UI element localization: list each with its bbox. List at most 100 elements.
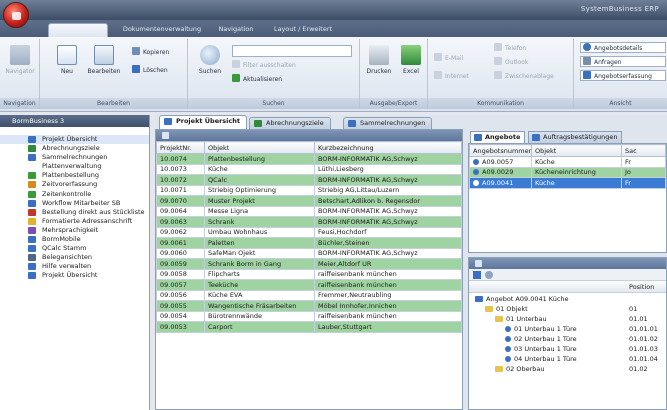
column-header-sachbearbeiter[interactable]: Sac (621, 144, 666, 157)
ribbon-tab-layout[interactable]: Layout / Erweitert (264, 23, 342, 37)
phone-button[interactable]: Telefon (494, 43, 526, 54)
invoice-icon (348, 120, 356, 127)
table-row[interactable]: 10.0073 Küche Lüthi,Liesberg (156, 163, 462, 175)
project-grid-pane: ProjektNr. Objekt Kurzbezeichnung 10.007… (155, 129, 463, 410)
tree-node-label: 01 Objekt (485, 305, 528, 315)
table-row[interactable]: 09.0062 Umbau Wohnhaus Feusi,Hochdorf (156, 226, 462, 238)
sidebar-item[interactable]: Plattenbestellung (0, 171, 149, 180)
outlook-button[interactable]: Outlook (494, 57, 528, 68)
tree-node-label: 01 Unterbau 1 Türe (505, 325, 577, 335)
group-label-navigation: Navigation (0, 98, 39, 109)
tree-settings-icon[interactable] (485, 271, 493, 279)
view-angebotsdetails[interactable]: Angebotsdetails (580, 42, 666, 53)
sidebar-item-label: Formatierte Adressanschrift (42, 216, 133, 225)
sidebar-item[interactable]: Mehrsprachigkeit (0, 226, 149, 235)
table-row[interactable]: A09.0057 Küche Fr (469, 156, 666, 168)
view-angebotserfassung[interactable]: Angebotserfassung (580, 70, 666, 81)
table-row[interactable]: 09.0056 Küche EVA Fremmer,Neutraubling (156, 289, 462, 301)
print-button[interactable]: Drucken (364, 45, 394, 75)
table-row[interactable]: 09.0064 Messe Ligna BORM-INFORMATIK AG,Sch… (156, 205, 462, 217)
column-header-projektnr[interactable]: ProjektNr. (156, 141, 205, 154)
group-label-kommunikation: Kommunikation (428, 98, 573, 109)
tree-node[interactable]: 02 Oberbau 01.02 (469, 365, 667, 375)
column-header-objekt[interactable]: Objekt (531, 144, 622, 157)
group-navigation: Navigator Navigation (0, 39, 40, 109)
sidebar-item[interactable]: Zeitvorerfassung (0, 180, 149, 189)
table-row[interactable]: 09.0058 Flipcharts raiffeisenbank münchen (156, 268, 462, 280)
tree-node[interactable]: 01 Objekt 01 (469, 305, 667, 315)
tree-node[interactable]: 03 Unterbau 1 Türe 01.01.03 (469, 345, 667, 355)
sidebar-item[interactable]: Formatierte Adressanschrift (0, 217, 149, 226)
sidebar-item[interactable]: Plattenverwaltung (0, 162, 149, 171)
ribbon-tab-start[interactable] (48, 23, 108, 37)
column-header-position[interactable]: Position (629, 283, 654, 291)
tab-projekt-uebersicht[interactable]: Projekt Übersicht (159, 115, 247, 129)
search-input[interactable] (232, 45, 352, 57)
check-icon (28, 172, 36, 180)
application-menu-button[interactable] (3, 2, 29, 28)
navigator-button[interactable]: Navigator (4, 45, 36, 75)
column-header-angebotsnummer[interactable]: Angebotsnummer (469, 144, 532, 157)
view-anfragen[interactable]: Anfragen (580, 56, 666, 67)
sidebar-item[interactable]: Belegansichten (0, 253, 149, 262)
table-row[interactable]: 10.0074 Plattenbestellung BORM-INFORMATIK … (156, 153, 462, 165)
table-row[interactable]: A09.0029 Kücheneinrichtung Jo (469, 166, 666, 178)
excel-button[interactable]: Excel (398, 45, 424, 75)
tab-angebote[interactable]: Angebote (470, 131, 526, 143)
sidebar-item[interactable]: Abrechnungsziele (0, 144, 149, 153)
clipboard-button[interactable]: Zwischenablage (494, 71, 554, 82)
sidebar-item[interactable]: Sammelrechnungen (0, 153, 149, 162)
tab-abrechnungsziele[interactable]: Abrechnungsziele (249, 117, 331, 129)
table-row[interactable]: 09.0053 Carport Lauber,Stuttgart (156, 321, 462, 333)
tree-node[interactable]: 04 Unterbau 1 Türe 01.01.04 (469, 355, 667, 365)
copy-button[interactable]: Kopieren (132, 47, 169, 58)
ribbon-tab-navigation[interactable]: Navigation (214, 23, 258, 37)
table-row[interactable]: 09.0059 Schrank Borm in Gang Meier,Altdorf… (156, 258, 462, 270)
tree-view-icon[interactable] (473, 271, 481, 279)
table-cell: raiffeisenbank münchen (314, 268, 462, 280)
tab-auftragsbestaetigungen[interactable]: Auftragsbestätigungen (528, 131, 623, 143)
tree-node[interactable]: 01 Unterbau 1 Türe 01.01.01 (469, 325, 667, 335)
table-row[interactable]: A09.0041 Küche Fr (469, 177, 666, 189)
refresh-button[interactable]: Aktualisieren (232, 74, 282, 85)
sidebar-item[interactable]: Workflow Mitarbeiter SB (0, 199, 149, 208)
filter-off-button[interactable]: Filter ausschalten (232, 60, 296, 71)
ribbon-tab-dokumentenverwaltung[interactable]: Dokumentenverwaltung (118, 23, 206, 37)
delete-button[interactable]: Löschen (132, 65, 168, 76)
tree-node[interactable]: Angebot A09.0041 Küche (469, 295, 667, 305)
tree-pane-header (469, 258, 666, 269)
column-header-kurzbezeichnung[interactable]: Kurzbezeichnung (314, 141, 462, 154)
table-row[interactable]: 09.0061 Paletten Büchler,Steinen (156, 237, 462, 249)
table-row[interactable]: 10.0071 Striebig Optimierung Striebig AG,L… (156, 184, 462, 196)
sidebar-item[interactable]: Projekt Übersicht (0, 271, 149, 280)
tab-sammelrechnungen[interactable]: Sammelrechnungen (343, 117, 433, 129)
sidebar-item[interactable]: BormMobile (0, 235, 149, 244)
sidebar-item[interactable]: Zeitenkontrolle (0, 190, 149, 199)
table-cell: Paletten (204, 237, 315, 249)
table-row[interactable]: 09.0070 Muster Projekt Betschart,Adlikon b… (156, 195, 462, 207)
offer-structure-tree: Position Angebot A09.0041 Küche 01 Objekt… (468, 257, 667, 410)
table-row[interactable]: 09.0055 Wangentische Fräsarbeiten Möbel In… (156, 300, 462, 312)
tree-node[interactable]: 02 Unterbau 1 Türe 01.01.02 (469, 335, 667, 345)
table-row[interactable]: 09.0060 SafeMan Ojekt BORM-INFORMATIK AG,S… (156, 247, 462, 259)
table-cell: 09.0064 (156, 205, 205, 217)
order-confirmation-icon (532, 134, 540, 141)
column-header-objekt[interactable]: Objekt (204, 141, 315, 154)
email-button[interactable]: E-Mail (434, 53, 463, 64)
search-button[interactable]: Suchen (196, 45, 224, 75)
sidebar-item[interactable]: QCalc Stamm (0, 244, 149, 253)
calc-icon (28, 245, 36, 253)
table-row[interactable]: 09.0063 Schrank BORM-INFORMATIK AG,Schwyz (156, 216, 462, 228)
edit-button[interactable]: Bearbeiten (84, 45, 124, 75)
new-button[interactable]: Neu (54, 45, 80, 75)
table-row[interactable]: 09.0057 Teeküche raiffeisenbank münchen (156, 279, 462, 291)
sidebar-item-label: Zeitvorerfassung (42, 180, 98, 189)
tree-node[interactable]: 01 Unterbau 01.01 (469, 315, 667, 325)
sidebar-item[interactable]: Bestellung direkt aus Stückliste (0, 208, 149, 217)
table-row[interactable]: 10.0072 QCalc BORM-INFORMATIK AG,Schwyz (156, 174, 462, 186)
sidebar-item[interactable]: Projekt Übersicht (0, 135, 149, 145)
check-icon (28, 190, 36, 198)
table-row[interactable]: 09.0054 Bürotrennwände raiffeisenbank münc… (156, 310, 462, 322)
internet-button[interactable]: Internet (434, 71, 469, 82)
project-icon (164, 118, 172, 125)
